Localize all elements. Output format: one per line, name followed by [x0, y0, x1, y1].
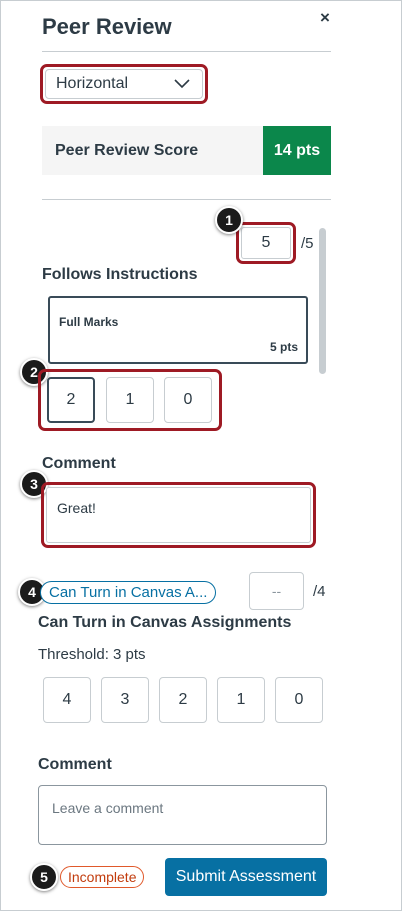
criterion-title: Can Turn in Canvas Assignments: [38, 614, 292, 631]
point-button[interactable]: 3: [101, 677, 149, 723]
status-badge: Incomplete: [60, 866, 145, 888]
selected-rating-card[interactable]: Full Marks 5 pts: [48, 296, 308, 364]
callout-5: 5: [30, 863, 58, 891]
rating-description: Full Marks: [59, 315, 119, 329]
scrollbar-thumb[interactable]: [319, 228, 326, 374]
point-button[interactable]: 2: [159, 677, 207, 723]
panel-title: Peer Review: [42, 14, 172, 39]
submit-assessment-button[interactable]: Submit Assessment: [165, 858, 327, 896]
criterion-score-input[interactable]: 5: [241, 227, 291, 259]
point-button[interactable]: 0: [164, 377, 212, 423]
criterion-score-input[interactable]: --: [249, 572, 304, 610]
criterion-title: Follows Instructions: [42, 266, 198, 283]
criterion-threshold: Threshold: 3 pts: [38, 646, 146, 663]
point-button[interactable]: 0: [275, 677, 323, 723]
point-button[interactable]: 2: [47, 377, 95, 423]
criterion-out-of: /5: [301, 235, 314, 252]
peer-review-score-bar: Peer Review Score 14 pts: [42, 126, 331, 175]
point-button[interactable]: 1: [106, 377, 154, 423]
score-badge: 14 pts: [263, 126, 331, 175]
criterion-out-of: /4: [313, 583, 326, 600]
point-button[interactable]: 1: [217, 677, 265, 723]
chevron-down-icon: [174, 79, 190, 89]
view-select-highlight: Horizontal: [40, 64, 208, 104]
rating-points: 5 pts: [269, 340, 298, 354]
callout-1: 1: [215, 206, 243, 234]
score-divider: [42, 199, 331, 200]
comment-input[interactable]: Great!: [46, 487, 311, 543]
comment-highlight: Great!: [41, 482, 316, 548]
score-label: Peer Review Score: [55, 141, 199, 159]
point-button[interactable]: 4: [43, 677, 91, 723]
criterion-tag[interactable]: Can Turn in Canvas A...: [40, 581, 217, 604]
comment-label: Comment: [38, 756, 112, 773]
view-select[interactable]: Horizontal: [45, 69, 203, 99]
comment-input[interactable]: Leave a comment: [38, 785, 327, 845]
header-divider: [42, 51, 331, 52]
close-icon[interactable]: ×: [316, 8, 334, 28]
criterion-score-highlight: 5: [236, 222, 296, 264]
comment-label: Comment: [42, 455, 116, 472]
view-select-value: Horizontal: [56, 75, 129, 92]
